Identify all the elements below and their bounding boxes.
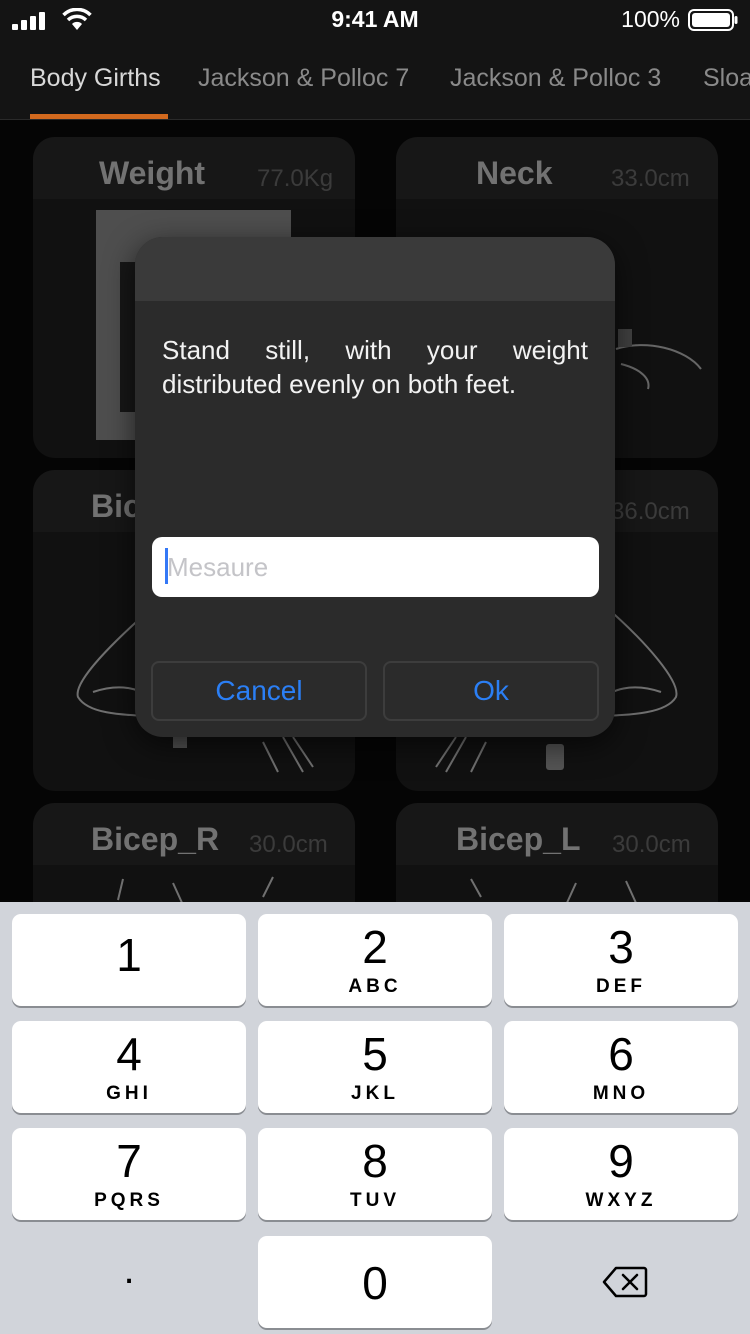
backspace-icon (602, 1266, 648, 1298)
tab-sloan[interactable]: Sloa (703, 64, 750, 93)
active-tab-indicator (30, 114, 168, 119)
battery-icon (688, 9, 738, 31)
key-letters: WXYZ (585, 1190, 657, 1211)
dialog-message: Stand still, with your weight distribute… (162, 335, 588, 399)
ok-button[interactable]: Ok (383, 661, 599, 721)
key-digit: 3 (608, 921, 634, 973)
text-cursor (165, 548, 168, 584)
delete-key[interactable] (504, 1236, 738, 1328)
key-9[interactable]: 9 WXYZ (504, 1128, 738, 1220)
measure-input[interactable] (152, 537, 599, 597)
status-bar: 9:41 AM 100% (0, 0, 750, 40)
key-1[interactable]: 1 (12, 914, 246, 1006)
key-letters: GHI (106, 1083, 152, 1104)
key-digit: 9 (608, 1135, 634, 1187)
key-5[interactable]: 5 JKL (258, 1021, 492, 1113)
key-2[interactable]: 2 ABC (258, 914, 492, 1006)
key-digit: 6 (608, 1028, 634, 1080)
key-letters: ABC (348, 976, 402, 997)
key-digit: 0 (362, 1257, 388, 1309)
key-7[interactable]: 7 PQRS (12, 1128, 246, 1220)
key-6[interactable]: 6 MNO (504, 1021, 738, 1113)
key-letters: DEF (596, 976, 646, 997)
key-digit: 8 (362, 1135, 388, 1187)
key-letters: MNO (592, 1083, 650, 1104)
battery-percentage: 100% (621, 6, 680, 32)
tab-jackson-polloc-7[interactable]: Jackson & Polloc 7 (198, 64, 409, 93)
key-digit: 1 (116, 929, 142, 981)
key-8[interactable]: 8 TUV (258, 1128, 492, 1220)
tab-bar: Body Girths Jackson & Polloc 7 Jackson &… (0, 40, 750, 120)
measure-dialog: Stand still, with your weight distribute… (135, 237, 615, 737)
numeric-keyboard: 1 2 ABC 3 DEF 4 GHI 5 JKL 6 MNO 7 PQRS 8… (0, 902, 750, 1334)
key-letters: TUV (350, 1190, 400, 1211)
key-decimal[interactable]: . (12, 1236, 246, 1328)
key-3[interactable]: 3 DEF (504, 914, 738, 1006)
key-digit: 4 (116, 1028, 142, 1080)
key-digit: . (123, 1248, 135, 1292)
key-0[interactable]: 0 (258, 1236, 492, 1328)
key-digit: 2 (362, 921, 388, 973)
cancel-button[interactable]: Cancel (151, 661, 367, 721)
tab-jackson-polloc-3[interactable]: Jackson & Polloc 3 (450, 64, 661, 93)
key-digit: 7 (116, 1135, 142, 1187)
key-letters: PQRS (94, 1190, 164, 1211)
key-4[interactable]: 4 GHI (12, 1021, 246, 1113)
dialog-header (135, 237, 615, 301)
tab-body-girths[interactable]: Body Girths (30, 64, 161, 93)
key-digit: 5 (362, 1028, 388, 1080)
key-letters: JKL (351, 1083, 399, 1104)
